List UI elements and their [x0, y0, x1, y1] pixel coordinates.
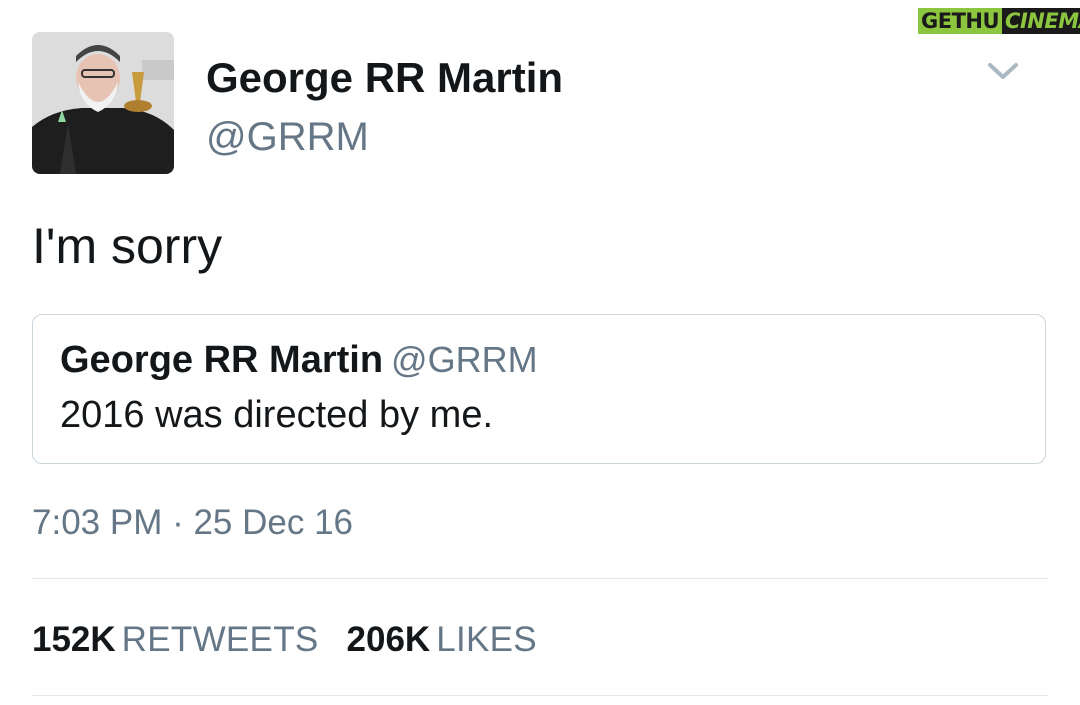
quoted-tweet-text: 2016 was directed by me. [60, 394, 494, 436]
tweet-timestamp[interactable]: 7:03 PM · 25 Dec 16 [32, 503, 353, 543]
quoted-author-handle: @GRRM [391, 339, 538, 380]
tweet-stats: 152K RETWEETS 206K LIKES [32, 620, 565, 660]
retweets-count: 152K [32, 620, 116, 659]
quoted-tweet-header: George RR Martin @GRRM [60, 339, 538, 382]
likes-stat[interactable]: 206K LIKES [347, 620, 537, 660]
watermark-text-part2: CINEMA [1002, 8, 1080, 34]
retweets-label: RETWEETS [121, 620, 319, 659]
author-handle[interactable]: @GRRM [206, 114, 369, 160]
watermark-logo: GETHUCINEMA [918, 2, 1080, 42]
likes-label: LIKES [436, 620, 537, 659]
chevron-down-icon[interactable] [986, 60, 1020, 82]
avatar[interactable] [32, 32, 174, 174]
divider [32, 695, 1048, 696]
divider [32, 578, 1048, 579]
retweets-stat[interactable]: 152K RETWEETS [32, 620, 319, 660]
quoted-author-name: George RR Martin [60, 339, 384, 381]
quoted-tweet[interactable]: George RR Martin @GRRM 2016 was directed … [32, 314, 1046, 464]
watermark-text-part1: GETHU [918, 8, 1003, 34]
author-name[interactable]: George RR Martin [206, 54, 563, 102]
likes-count: 206K [346, 620, 431, 659]
avatar-photo [32, 32, 174, 174]
tweet-text: I'm sorry [32, 218, 223, 274]
